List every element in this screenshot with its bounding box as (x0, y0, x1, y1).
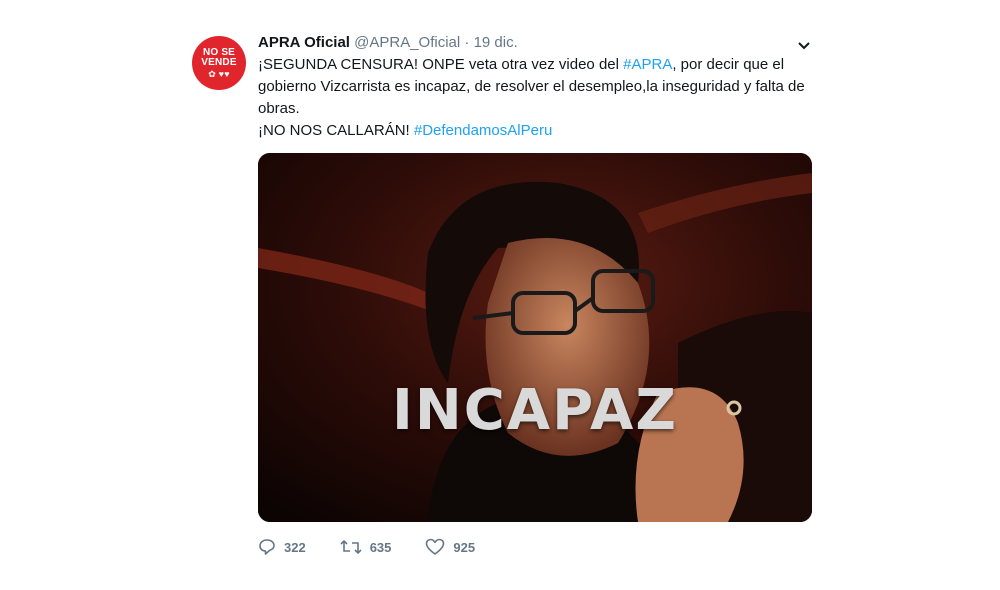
tweet-header: APRA Oficial @APRA_Oficial · 19 dic. (258, 32, 518, 54)
avatar-text-line1: NO SE (202, 46, 236, 58)
reply-icon (259, 539, 275, 555)
tweet-date[interactable]: 19 dic. (474, 34, 518, 51)
media-caption: INCAPAZ (392, 378, 678, 443)
tweet-card: NO SE VENDE ✿ ♥♥ APRA Oficial @APRA_Ofic… (192, 30, 822, 570)
avatar-text-line2: VENDE (201, 56, 237, 68)
like-button[interactable]: 925 (425, 538, 475, 556)
retweet-count: 635 (369, 539, 392, 555)
media-image (258, 153, 812, 522)
heart-icon (426, 538, 445, 555)
reply-count: 322 (284, 539, 306, 555)
tweet-text-part: ¡NO NOS CALLARÁN! (258, 122, 414, 139)
tweet-text: ¡SEGUNDA CENSURA! ONPE veta otra vez vid… (258, 54, 818, 142)
reply-button[interactable]: 322 (258, 538, 306, 556)
retweet-icon (340, 539, 362, 555)
tweet-text-line2: ¡NO NOS CALLARÁN! #DefendamosAlPeru (258, 120, 818, 142)
user-handle[interactable]: @APRA_Oficial (354, 34, 460, 51)
avatar[interactable]: NO SE VENDE ✿ ♥♥ (192, 36, 246, 90)
tweet-text-part: ¡SEGUNDA CENSURA! ONPE veta otra vez vid… (258, 56, 624, 73)
media-video[interactable]: INCAPAZ (258, 153, 812, 522)
like-count: 925 (453, 539, 476, 555)
tweet-text-line1: ¡SEGUNDA CENSURA! ONPE veta otra vez vid… (258, 54, 818, 120)
display-name[interactable]: APRA Oficial (258, 34, 350, 51)
hashtag-apra[interactable]: #APRA (623, 56, 672, 73)
avatar-logo-icon: ✿ ♥♥ (208, 68, 230, 79)
action-bar: 322 635 925 (258, 536, 509, 558)
separator-dot: · (464, 34, 470, 51)
retweet-button[interactable]: 635 (340, 538, 392, 556)
hashtag-defendamosalperu[interactable]: #DefendamosAlPeru (414, 122, 552, 139)
